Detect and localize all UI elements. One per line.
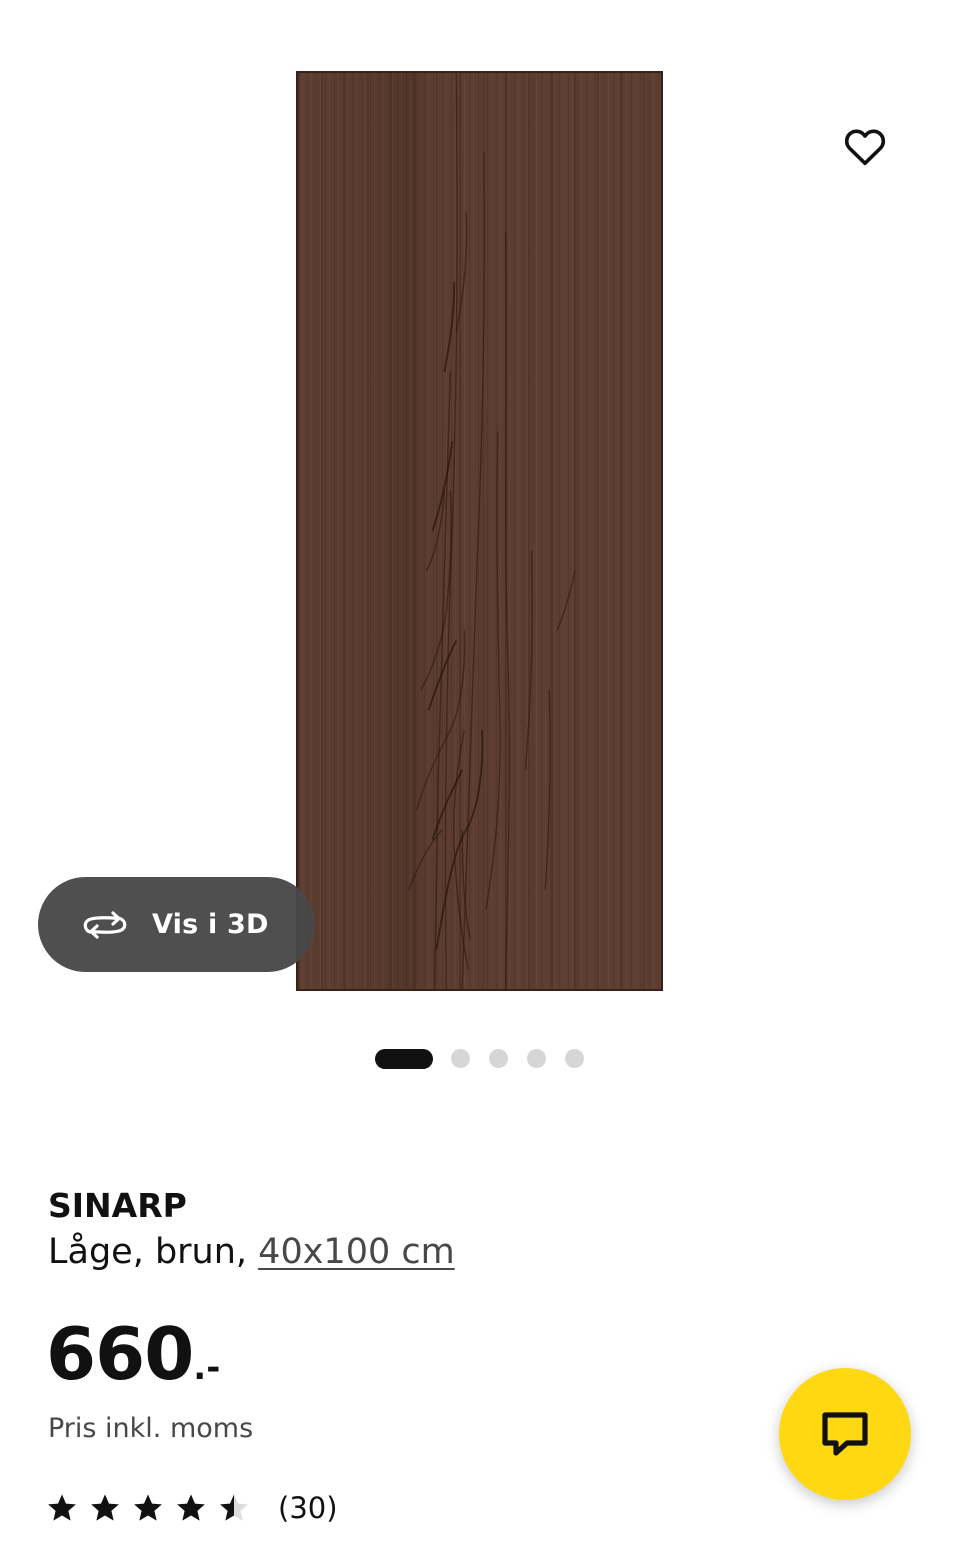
star-icon (177, 1494, 205, 1521)
carousel-dot-3[interactable] (489, 1049, 508, 1068)
rotate-360-icon (83, 910, 127, 939)
star-icon (134, 1494, 162, 1521)
favorite-button[interactable] (837, 118, 893, 174)
carousel-dot-5[interactable] (565, 1049, 584, 1068)
carousel-dot-1[interactable] (375, 1049, 433, 1069)
size-link[interactable]: 40x100 cm (258, 1232, 455, 1272)
carousel-dot-4[interactable] (527, 1049, 546, 1068)
heart-outline-icon (844, 129, 886, 166)
price-note: Pris inkl. moms (48, 1413, 254, 1444)
product-description-text: Låge, brun, (48, 1232, 259, 1272)
price-amount: 660 (46, 1312, 194, 1396)
carousel-pagination (0, 1048, 960, 1070)
chat-bubble-icon (822, 1412, 868, 1456)
review-count[interactable]: (30) (278, 1491, 338, 1525)
view-in-3d-button[interactable]: Vis i 3D (38, 877, 315, 972)
product-name: SINARP (48, 1186, 187, 1225)
product-price: 660.- (46, 1312, 220, 1396)
star-icon (91, 1494, 119, 1521)
product-image[interactable] (296, 71, 663, 991)
view-in-3d-label: Vis i 3D (152, 909, 269, 940)
price-suffix: .- (193, 1348, 221, 1388)
product-rating[interactable]: (30) (46, 1488, 338, 1528)
wood-grain-texture (408, 73, 576, 989)
star-icon (48, 1494, 76, 1521)
product-description: Låge, brun, 40x100 cm (48, 1232, 455, 1272)
chat-button[interactable] (779, 1368, 911, 1500)
carousel-dot-2[interactable] (451, 1049, 470, 1068)
star-half-icon (220, 1494, 248, 1521)
